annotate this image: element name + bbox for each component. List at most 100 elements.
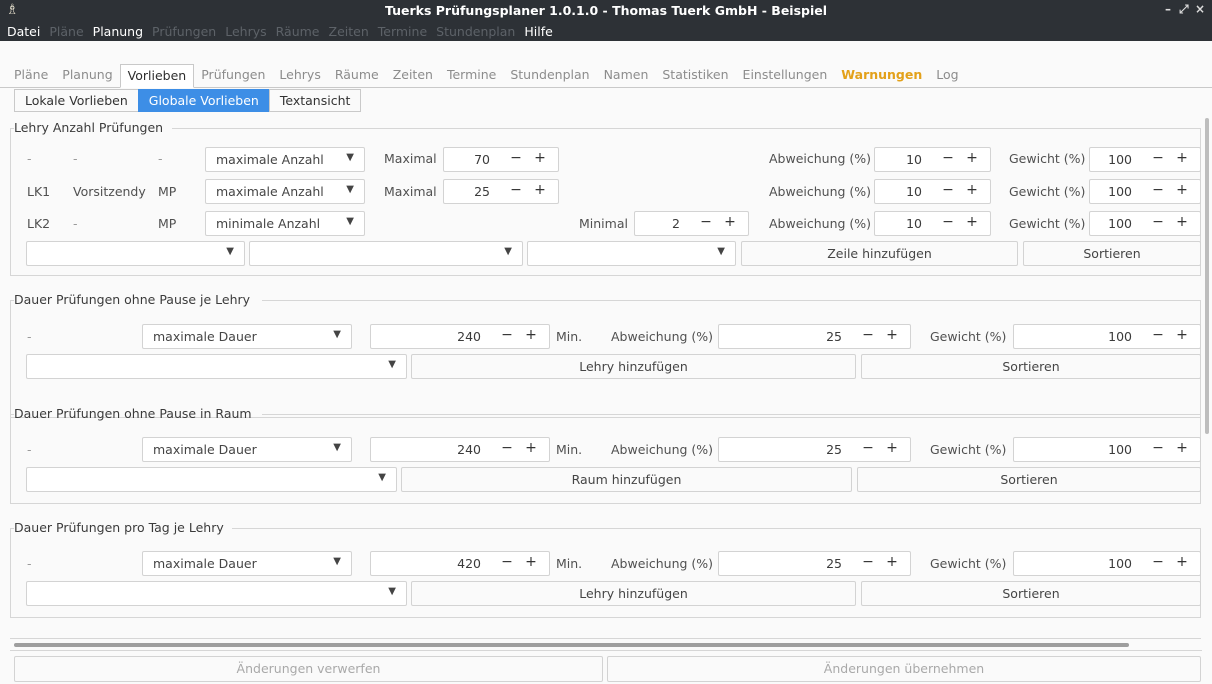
minus-icon[interactable]: − (1146, 182, 1170, 198)
sort-button[interactable]: Sortieren (861, 354, 1201, 379)
minus-icon[interactable]: − (936, 182, 960, 198)
add-row-button[interactable]: Zeile hinzufügen (741, 241, 1018, 266)
row1-mode-select[interactable]: maximale Anzahl ▼ (205, 147, 365, 172)
scrollbar-thumb[interactable] (1205, 118, 1209, 434)
dauer-raum-weight-spinbox[interactable]: 100− + (1013, 437, 1201, 462)
minus-icon[interactable]: − (856, 327, 880, 343)
row2-mode-select[interactable]: maximale Anzahl ▼ (205, 179, 365, 204)
tab-planung[interactable]: Planung (55, 64, 119, 88)
plus-icon[interactable]: + (528, 150, 552, 166)
dauer-lehry-weight-spinbox[interactable]: 100− + (1013, 324, 1201, 349)
dauer-raum-new-select[interactable]: ▼ (26, 467, 397, 492)
add-lehry-button[interactable]: Lehry hinzufügen (411, 581, 856, 606)
minus-icon[interactable]: − (504, 182, 528, 198)
row2-dev-spinbox[interactable]: 10− + (874, 179, 991, 204)
row2-limit-spinbox[interactable]: 25− + (443, 179, 559, 204)
tab-warnungen[interactable]: Warnungen (834, 64, 929, 88)
row2-weight-spinbox[interactable]: 100− + (1089, 179, 1201, 204)
dauer-lehry-dev-spinbox[interactable]: 25− + (718, 324, 911, 349)
row1-weight-spinbox[interactable]: 100− + (1089, 147, 1201, 172)
menu-datei[interactable]: Datei (7, 24, 40, 39)
tab-pruefungen[interactable]: Prüfungen (194, 64, 272, 88)
tab-namen[interactable]: Namen (597, 64, 656, 88)
plus-icon[interactable]: + (960, 214, 984, 230)
minus-icon[interactable]: − (1146, 150, 1170, 166)
add-lehry-button[interactable]: Lehry hinzufügen (411, 354, 856, 379)
subtab-globale-vorlieben[interactable]: Globale Vorlieben (137, 89, 270, 112)
tab-raeume[interactable]: Räume (328, 64, 386, 88)
dauer-lehry-mode-select[interactable]: maximale Dauer ▼ (142, 324, 352, 349)
dauer-raum-value-spinbox[interactable]: 240− + (370, 437, 550, 462)
new-lehry-select[interactable]: ▼ (26, 241, 245, 266)
new-role-select[interactable]: ▼ (249, 241, 523, 266)
dauer-raum-mode-select[interactable]: maximale Dauer ▼ (142, 437, 352, 462)
discard-changes-button[interactable]: Änderungen verwerfen (14, 656, 603, 682)
minus-icon[interactable]: − (936, 150, 960, 166)
plus-icon[interactable]: + (519, 440, 543, 456)
plus-icon[interactable]: + (519, 327, 543, 343)
minus-icon[interactable]: − (495, 554, 519, 570)
plus-icon[interactable]: + (880, 327, 904, 343)
plus-icon[interactable]: + (1170, 214, 1194, 230)
minus-icon[interactable]: − (1146, 440, 1170, 456)
tab-log[interactable]: Log (929, 64, 965, 88)
dauer-tag-value-spinbox[interactable]: 420− + (370, 551, 550, 576)
minus-icon[interactable]: − (1146, 214, 1170, 230)
add-raum-button[interactable]: Raum hinzufügen (401, 467, 852, 492)
vertical-scrollbar[interactable] (1202, 112, 1212, 642)
tab-zeiten[interactable]: Zeiten (386, 64, 440, 88)
tab-stundenplan[interactable]: Stundenplan (503, 64, 596, 88)
plus-icon[interactable]: + (1170, 150, 1194, 166)
plus-icon[interactable]: + (519, 554, 543, 570)
tab-plaene[interactable]: Pläne (7, 64, 55, 88)
tab-einstellungen[interactable]: Einstellungen (736, 64, 835, 88)
minus-icon[interactable]: − (694, 214, 718, 230)
plus-icon[interactable]: + (1170, 327, 1194, 343)
minus-icon[interactable]: − (495, 440, 519, 456)
minus-icon[interactable]: − (1146, 554, 1170, 570)
dauer-tag-mode-select[interactable]: maximale Dauer ▼ (142, 551, 352, 576)
menu-hilfe[interactable]: Hilfe (524, 24, 552, 39)
sort-button[interactable]: Sortieren (861, 581, 1201, 606)
minus-icon[interactable]: − (856, 554, 880, 570)
dauer-tag-new-select[interactable]: ▼ (26, 581, 407, 606)
plus-icon[interactable]: + (1170, 182, 1194, 198)
new-type-select[interactable]: ▼ (527, 241, 736, 266)
plus-icon[interactable]: + (960, 150, 984, 166)
minus-icon[interactable]: − (504, 150, 528, 166)
horizontal-scrollbar[interactable] (14, 643, 1129, 647)
plus-icon[interactable]: + (880, 440, 904, 456)
sort-button[interactable]: Sortieren (1023, 241, 1201, 266)
dauer-tag-dev-spinbox[interactable]: 25− + (718, 551, 911, 576)
dauer-lehry-value-spinbox[interactable]: 240− + (370, 324, 550, 349)
subtab-textansicht[interactable]: Textansicht (268, 89, 362, 112)
plus-icon[interactable]: + (718, 214, 742, 230)
row3-limit-spinbox[interactable]: 2− + (634, 211, 749, 236)
plus-icon[interactable]: + (1170, 554, 1194, 570)
dauer-raum-dev-spinbox[interactable]: 25− + (718, 437, 911, 462)
minus-icon[interactable]: − (495, 327, 519, 343)
plus-icon[interactable]: + (1170, 440, 1194, 456)
tab-statistiken[interactable]: Statistiken (655, 64, 735, 88)
menu-planung[interactable]: Planung (93, 24, 143, 39)
dauer-tag-weight-spinbox[interactable]: 100− + (1013, 551, 1201, 576)
sort-button[interactable]: Sortieren (857, 467, 1201, 492)
minus-icon[interactable]: − (856, 440, 880, 456)
minus-icon[interactable]: − (936, 214, 960, 230)
row3-dev-spinbox[interactable]: 10− + (874, 211, 991, 236)
dauer-lehry-new-select[interactable]: ▼ (26, 354, 407, 379)
row1-dev-spinbox[interactable]: 10− + (874, 147, 991, 172)
row3-weight-spinbox[interactable]: 100− + (1089, 211, 1201, 236)
minus-icon[interactable]: − (1146, 327, 1170, 343)
tab-vorlieben[interactable]: Vorlieben (119, 64, 195, 88)
plus-icon[interactable]: + (960, 182, 984, 198)
plus-icon[interactable]: + (528, 182, 552, 198)
subtab-lokale-vorlieben[interactable]: Lokale Vorlieben (14, 89, 139, 112)
row3-mode-select[interactable]: minimale Anzahl ▼ (205, 211, 365, 236)
maximize-icon[interactable]: ⤢ (1179, 2, 1189, 17)
apply-changes-button[interactable]: Änderungen übernehmen (607, 656, 1201, 682)
minimize-icon[interactable]: – (1165, 2, 1171, 16)
close-icon[interactable]: × (1195, 2, 1205, 16)
plus-icon[interactable]: + (880, 554, 904, 570)
row1-limit-spinbox[interactable]: 70− + (443, 147, 559, 172)
